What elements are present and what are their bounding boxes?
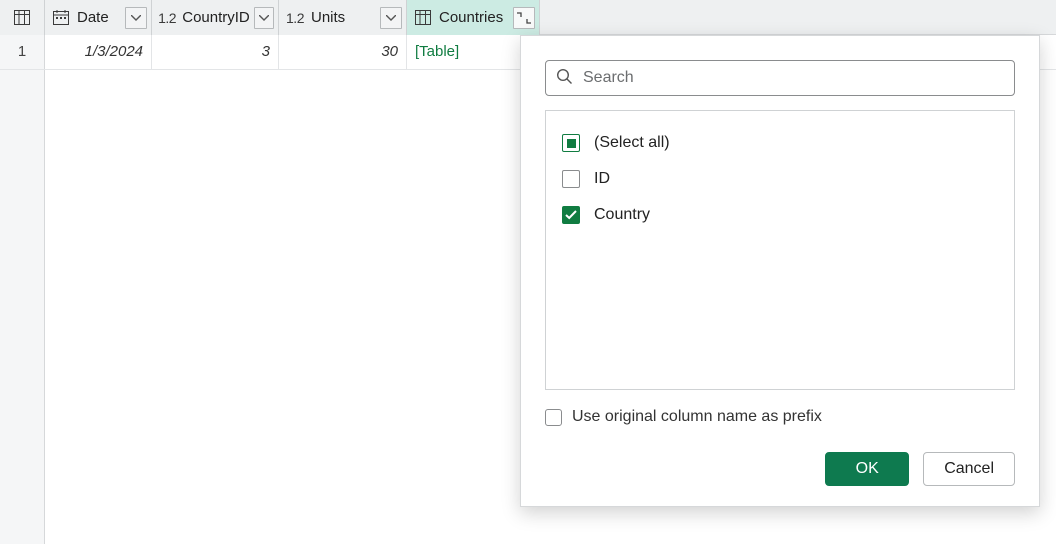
option-country[interactable]: Country <box>562 197 998 233</box>
cell-date[interactable]: 1/3/2024 <box>45 35 152 70</box>
number-type-icon: 1.2 <box>158 10 176 26</box>
expand-column-button[interactable] <box>513 7 535 29</box>
column-name: Countries <box>437 9 509 26</box>
checkbox-checked-icon[interactable] <box>562 206 580 224</box>
expand-columns-popup: (Select all) ID Country Use original col… <box>520 35 1040 507</box>
column-name: CountryID <box>180 9 250 26</box>
column-header-countries[interactable]: Countries <box>407 0 540 35</box>
column-header-date[interactable]: Date <box>45 0 152 35</box>
row-gutter <box>0 70 45 544</box>
table-type-icon <box>413 10 433 25</box>
ok-button[interactable]: OK <box>825 452 909 486</box>
filter-dropdown-button[interactable] <box>380 7 402 29</box>
column-header-countryid[interactable]: 1.2 CountryID <box>152 0 279 35</box>
checkbox-indeterminate-icon[interactable] <box>562 134 580 152</box>
option-select-all[interactable]: (Select all) <box>562 125 998 161</box>
filter-dropdown-button[interactable] <box>254 7 274 29</box>
cell-units[interactable]: 30 <box>279 35 407 70</box>
use-prefix-option[interactable]: Use original column name as prefix <box>545 408 1015 426</box>
search-icon <box>556 68 573 88</box>
column-name: Date <box>75 9 121 26</box>
checkbox-unchecked-icon[interactable] <box>545 409 562 426</box>
column-headers: Date 1.2 CountryID 1.2 Units <box>0 0 1056 35</box>
option-label: ID <box>594 170 610 188</box>
option-label: (Select all) <box>594 134 670 152</box>
search-input-wrapper[interactable] <box>545 60 1015 96</box>
dialog-buttons: OK Cancel <box>545 452 1015 486</box>
option-id[interactable]: ID <box>562 161 998 197</box>
row-number: 1 <box>0 35 45 69</box>
number-type-icon: 1.2 <box>285 10 305 26</box>
search-input[interactable] <box>581 68 1004 88</box>
table-corner-icon[interactable] <box>0 0 45 35</box>
column-header-units[interactable]: 1.2 Units <box>279 0 407 35</box>
filter-dropdown-button[interactable] <box>125 7 147 29</box>
calendar-icon <box>51 10 71 25</box>
option-label: Country <box>594 206 650 224</box>
use-prefix-label: Use original column name as prefix <box>572 408 822 426</box>
cancel-button[interactable]: Cancel <box>923 452 1015 486</box>
cell-countryid[interactable]: 3 <box>152 35 279 70</box>
column-name: Units <box>309 9 376 26</box>
column-options-list: (Select all) ID Country <box>545 110 1015 390</box>
checkbox-unchecked-icon[interactable] <box>562 170 580 188</box>
